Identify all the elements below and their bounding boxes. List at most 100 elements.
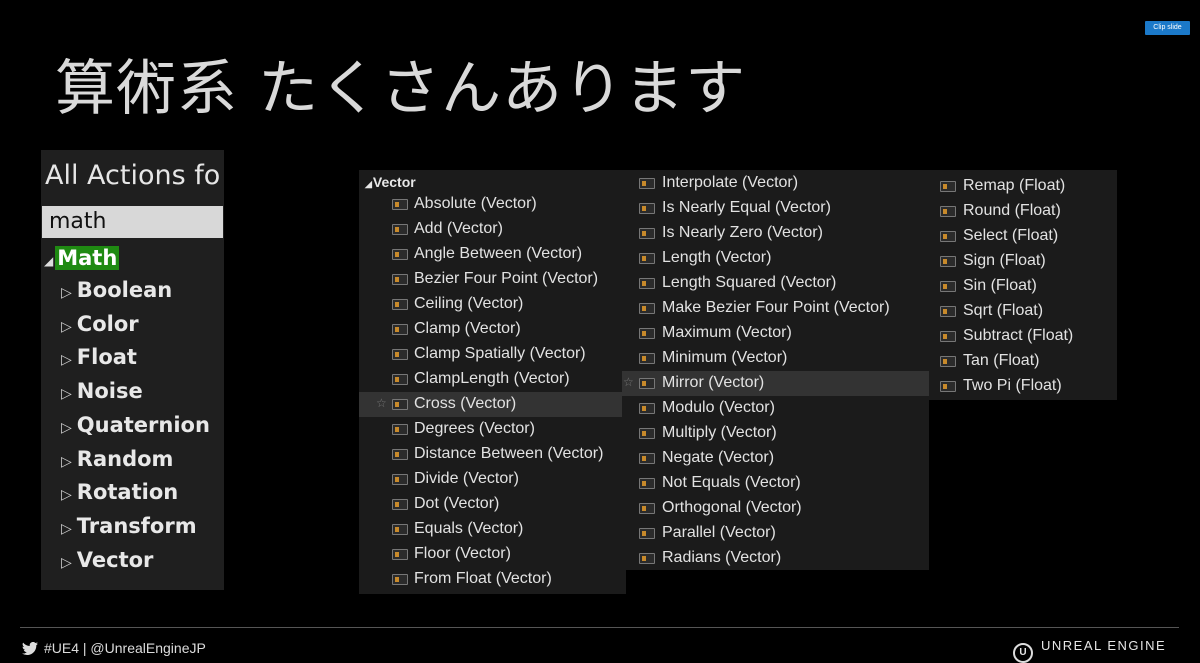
tree-item-boolean[interactable]: ▷ Boolean [61,278,172,302]
menu-item-label: Angle Between (Vector) [414,245,583,262]
menu-item-label: Round (Float) [963,202,1061,219]
menu-item-label: Make Bezier Four Point (Vector) [662,299,890,316]
tree-item-label: Rotation [76,480,179,505]
menu-item-label: ClampLength (Vector) [414,370,570,387]
menu-item[interactable]: Length Squared (Vector) [622,271,929,296]
tree-item-random[interactable]: ▷ Random [61,447,173,471]
menu-item[interactable]: Not Equals (Vector) [622,471,929,496]
function-node-icon [639,253,655,264]
function-node-icon [392,224,408,235]
tree-item-label: Random [76,446,174,471]
menu-item[interactable]: Interpolate (Vector) [622,171,929,196]
menu-item[interactable]: Add (Vector) [359,217,626,242]
menu-item[interactable]: Minimum (Vector) [622,346,929,371]
tree-item-label: Transform [76,513,197,538]
tree-item-noise[interactable]: ▷ Noise [61,379,143,403]
search-input[interactable] [42,206,223,238]
tree-item-color[interactable]: ▷ Color [61,312,139,336]
menu-item-label: Absolute (Vector) [414,195,537,212]
menu-item[interactable]: Negate (Vector) [622,446,929,471]
clip-slide-button[interactable]: Clip slide [1145,21,1190,35]
function-node-icon [639,178,655,189]
menu-item[interactable]: Ceiling (Vector) [359,292,626,317]
menu-item-label: Interpolate (Vector) [662,174,799,191]
menu-item[interactable]: Distance Between (Vector) [359,442,626,467]
menu-item[interactable]: Equals (Vector) [359,517,626,542]
menu-item[interactable]: Dot (Vector) [359,492,626,517]
function-node-icon [940,256,956,267]
menu-item[interactable]: Divide (Vector) [359,467,626,492]
menu-column-3: Remap (Float) Round (Float) Select (Float)… [929,170,1117,400]
menu-item[interactable]: Modulo (Vector) [622,396,929,421]
triangle-right-icon: ▷ [61,386,72,403]
tree-item-float[interactable]: ▷ Float [61,345,137,369]
menu-item[interactable]: Two Pi (Float) [929,374,1117,399]
menu-item[interactable]: Sin (Float) [929,274,1117,299]
function-node-icon [639,353,655,364]
menu-item[interactable]: Maximum (Vector) [622,321,929,346]
menu-item[interactable]: ☆ Cross (Vector) [359,392,626,417]
menu-item[interactable]: Clamp (Vector) [359,317,626,342]
menu-item-label: Ceiling (Vector) [414,295,524,312]
tree-root-math[interactable]: ◢ Math [44,246,120,270]
menu-item[interactable]: Make Bezier Four Point (Vector) [622,296,929,321]
menu-item[interactable]: Degrees (Vector) [359,417,626,442]
menu-item[interactable]: From Float (Vector) [359,567,626,592]
triangle-right-icon: ▷ [61,487,72,504]
menu-item[interactable]: Floor (Vector) [359,542,626,567]
menu-item[interactable]: Tan (Float) [929,349,1117,374]
menu-item[interactable]: ClampLength (Vector) [359,367,626,392]
slide-title: 算術系 たくさんあります [55,54,747,124]
function-node-icon [940,181,956,192]
menu-item[interactable]: Clamp Spatially (Vector) [359,342,626,367]
menu-item-label: Sqrt (Float) [963,302,1044,319]
menu-item[interactable]: Length (Vector) [622,246,929,271]
menu-item[interactable]: Multiply (Vector) [622,421,929,446]
menu-item-label: Equals (Vector) [414,520,524,537]
menu-item[interactable]: Bezier Four Point (Vector) [359,267,626,292]
triangle-right-icon: ▷ [61,554,72,571]
function-node-icon [392,574,408,585]
menu-column-1: ◢Vector Absolute (Vector) Add (Vector) Ang… [359,170,626,594]
menu-item[interactable]: Subtract (Float) [929,324,1117,349]
menu-item-label: Dot (Vector) [414,495,500,512]
menu-item[interactable]: Radians (Vector) [622,546,929,570]
menu-item-label: Divide (Vector) [414,470,519,487]
menu-item-label: Radians (Vector) [662,549,782,566]
menu-item[interactable]: Angle Between (Vector) [359,242,626,267]
category-label: Vector [372,174,416,190]
menu-item[interactable]: ☆ Mirror (Vector) [622,371,929,396]
menu-item-label: Modulo (Vector) [662,399,775,416]
triangle-right-icon: ▷ [61,318,72,335]
function-node-icon [639,503,655,514]
tree-item-rotation[interactable]: ▷ Rotation [61,480,178,504]
function-node-icon [392,199,408,210]
menu-item-label: Is Nearly Zero (Vector) [662,224,823,241]
unreal-engine-logo-icon: U [1013,643,1033,663]
function-node-icon [392,374,408,385]
menu-item[interactable]: Absolute (Vector) [359,192,626,217]
function-node-icon [392,274,408,285]
function-node-icon [392,249,408,260]
function-node-icon [940,306,956,317]
menu-item[interactable]: Select (Float) [929,224,1117,249]
tree-item-quaternion[interactable]: ▷ Quaternion [61,413,210,437]
tree-item-transform[interactable]: ▷ Transform [61,514,197,538]
menu-item-label: Clamp Spatially (Vector) [414,345,586,362]
menu-item-label: Select (Float) [963,227,1059,244]
category-header-vector[interactable]: ◢Vector [365,174,416,190]
menu-item[interactable]: Round (Float) [929,199,1117,224]
menu-item[interactable]: Is Nearly Equal (Vector) [622,196,929,221]
menu-item[interactable]: Orthogonal (Vector) [622,496,929,521]
star-icon[interactable]: ☆ [376,396,387,410]
menu-item[interactable]: Is Nearly Zero (Vector) [622,221,929,246]
star-icon[interactable]: ☆ [623,375,634,389]
menu-item[interactable]: Parallel (Vector) [622,521,929,546]
triangle-right-icon: ▷ [61,285,72,301]
function-node-icon [639,453,655,464]
menu-item[interactable]: Sign (Float) [929,249,1117,274]
tree-item-vector[interactable]: ▷ Vector [61,548,153,572]
menu-item[interactable]: Remap (Float) [929,174,1117,199]
menu-item[interactable]: Sqrt (Float) [929,299,1117,324]
menu-item-label: Clamp (Vector) [414,320,521,337]
